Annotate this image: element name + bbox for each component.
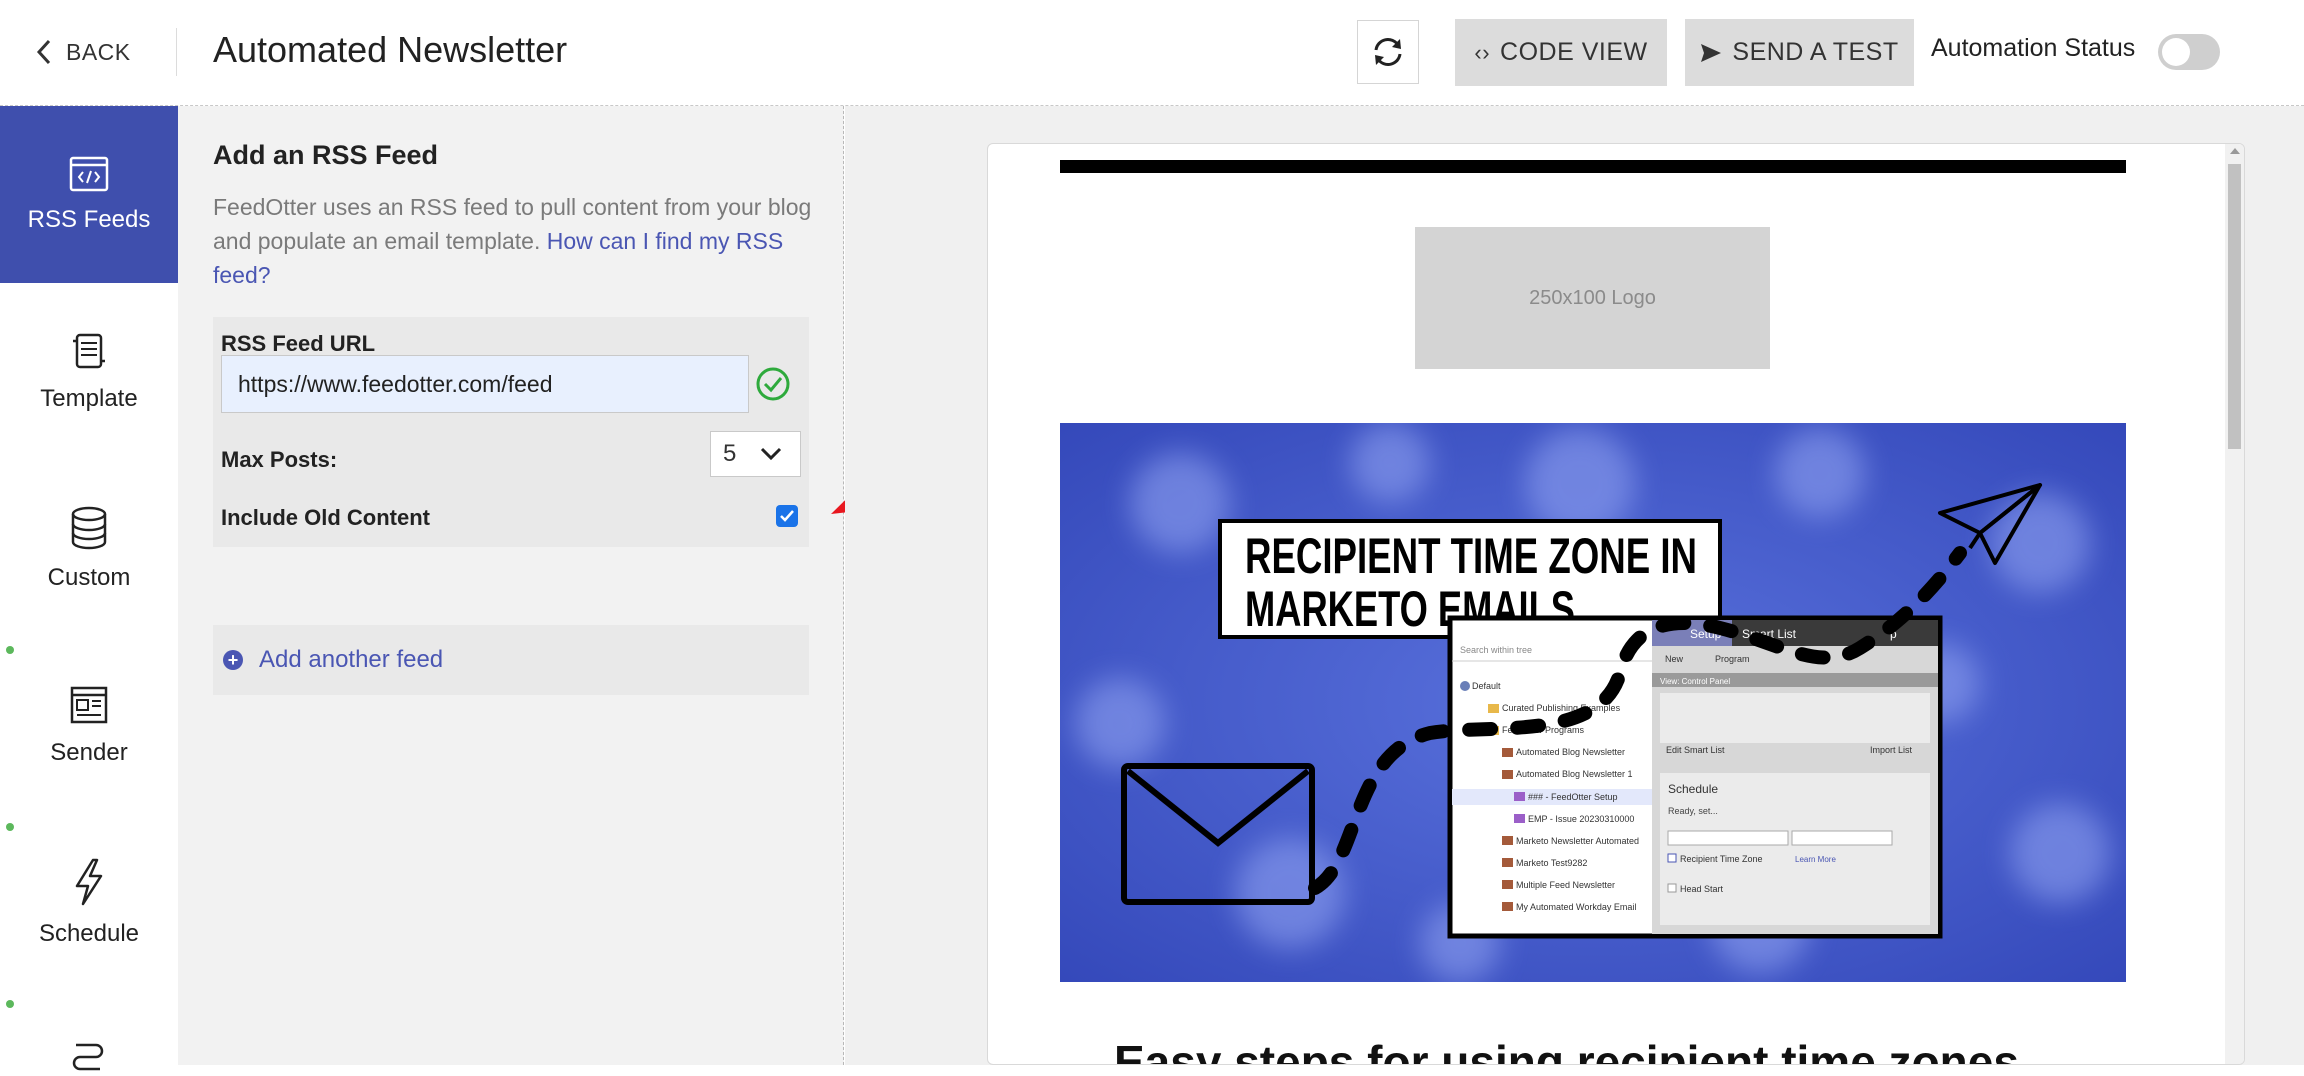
sidebar-item-template[interactable]: Template (0, 283, 178, 460)
header-divider (176, 28, 177, 76)
chevron-left-icon (36, 39, 51, 65)
mock-search: Search within tree (1460, 645, 1532, 655)
max-posts-value: 5 (723, 440, 737, 467)
lightning-icon (75, 858, 103, 905)
email-preview-frame[interactable]: 250x100 Logo RECIPIENT TIME ZONE IN MARK… (987, 143, 2245, 1065)
mock-tree-item: Automated Blog Newsletter (1516, 747, 1625, 757)
mock-head-start: Head Start (1680, 884, 1724, 894)
automation-status-label: Automation Status (1931, 34, 2136, 62)
max-posts-select[interactable]: 5 (710, 431, 801, 477)
newspaper-icon (70, 686, 108, 723)
feed-settings-box: RSS Feed URL Max Posts: 5 Include Old Co… (213, 317, 809, 547)
mock-new: New (1665, 654, 1684, 664)
scroll-up-icon[interactable] (2230, 148, 2240, 154)
mock-tree-item: ### - FeedOtter Setup (1528, 792, 1618, 802)
refresh-button[interactable] (1357, 20, 1419, 84)
send-test-button[interactable]: SEND A TEST (1685, 19, 1914, 86)
sidebar-item-label: Schedule (38, 919, 140, 947)
mock-tree-item: My Automated Workday Email (1516, 902, 1636, 912)
mock-ready: Ready, set... (1668, 806, 1718, 816)
mock-tree-item: EMP - Issue 20230310000 (1528, 814, 1634, 824)
sidebar-item-rss-feeds[interactable]: RSS Feeds (0, 106, 178, 283)
include-old-content-checkbox[interactable] (776, 505, 798, 527)
scrollbar-thumb[interactable] (2228, 164, 2241, 449)
mock-learn-more: Learn More (1795, 855, 1836, 864)
include-old-content-label: Include Old Content (221, 505, 430, 530)
top-header: BACK Automated Newsletter ‹› CODE VIEW S… (0, 0, 2304, 106)
sidebar-item-label: Sender (50, 738, 128, 766)
max-posts-label: Max Posts: (221, 447, 338, 472)
add-feed-label: Add another feed (259, 646, 444, 673)
mock-recipient-tz: Recipient Time Zone (1680, 854, 1763, 864)
code-brackets-icon: ‹› (1474, 39, 1491, 65)
mock-view: View: Control Panel (1660, 677, 1730, 686)
sidebar-item-label: RSS Feeds (27, 205, 151, 233)
panel-description: FeedOtter uses an RSS feed to pull conte… (213, 190, 813, 292)
toggle-knob (2162, 38, 2190, 66)
rss-settings-panel: Add an RSS Feed FeedOtter uses an RSS fe… (178, 106, 844, 1065)
code-view-button[interactable]: ‹› CODE VIEW (1455, 19, 1667, 86)
sidebar-item-schedule[interactable]: Schedule (0, 814, 178, 991)
back-label: BACK (66, 38, 131, 65)
database-icon (71, 506, 107, 549)
mock-import: Import List (1870, 745, 1913, 755)
chevron-down-icon (760, 447, 782, 461)
email-preview-area: 250x100 Logo RECIPIENT TIME ZONE IN MARK… (845, 106, 2304, 1065)
feed-url-input[interactable] (221, 355, 749, 413)
mock-tree-item: Automated Blog Newsletter 1 (1516, 769, 1633, 779)
mock-tree-item: Marketo Newsletter Automated (1516, 836, 1639, 846)
sidebar-item-sender[interactable]: Sender (0, 637, 178, 814)
automation-status-toggle[interactable] (2158, 34, 2220, 70)
status-dot (6, 1000, 14, 1008)
logo-placeholder: 250x100 Logo (1415, 227, 1770, 369)
mock-tree-item: Marketo Test9282 (1516, 858, 1587, 868)
feed-url-label: RSS Feed URL (221, 331, 376, 356)
page-title: Automated Newsletter (213, 29, 568, 70)
valid-check-icon (756, 367, 790, 401)
sidebar: RSS Feeds Template Custom Sender Schedul… (0, 106, 178, 1071)
hero-image: RECIPIENT TIME ZONE IN MARKETO EMAILS Sm… (1060, 423, 2126, 982)
preview-scrollbar[interactable] (2225, 144, 2244, 1064)
mock-tree-item: Default (1472, 681, 1501, 691)
sidebar-item-custom[interactable]: Custom (0, 460, 178, 637)
mock-tree-item: Curated Publishing Examples (1502, 703, 1621, 713)
template-icon (73, 333, 105, 368)
mock-tree-item: Multiple Feed Newsletter (1516, 880, 1615, 890)
email-top-bar (1060, 160, 2126, 173)
send-icon (1701, 43, 1722, 62)
sidebar-item-label: Template (40, 384, 138, 412)
mock-program: Program (1715, 654, 1750, 664)
mock-schedule: Schedule (1668, 782, 1718, 796)
route-icon[interactable] (68, 1041, 108, 1076)
hero-title-line1: RECIPIENT TIME ZONE IN (1245, 528, 1697, 584)
checkmark-icon (780, 510, 794, 522)
sidebar-item-label: Custom (47, 563, 131, 591)
email-heading: Easy steps for using recipient time zone… (1114, 1036, 2019, 1065)
back-button[interactable]: BACK (36, 30, 131, 74)
code-view-label: CODE VIEW (1500, 38, 1648, 66)
refresh-icon (1374, 38, 1402, 66)
mock-edit: Edit Smart List (1666, 745, 1725, 755)
panel-title: Add an RSS Feed (213, 140, 439, 170)
plus-circle-icon: + (223, 650, 243, 670)
send-test-label: SEND A TEST (1732, 38, 1899, 66)
code-window-icon (69, 156, 109, 191)
add-feed-button[interactable]: + Add another feed (213, 625, 809, 695)
